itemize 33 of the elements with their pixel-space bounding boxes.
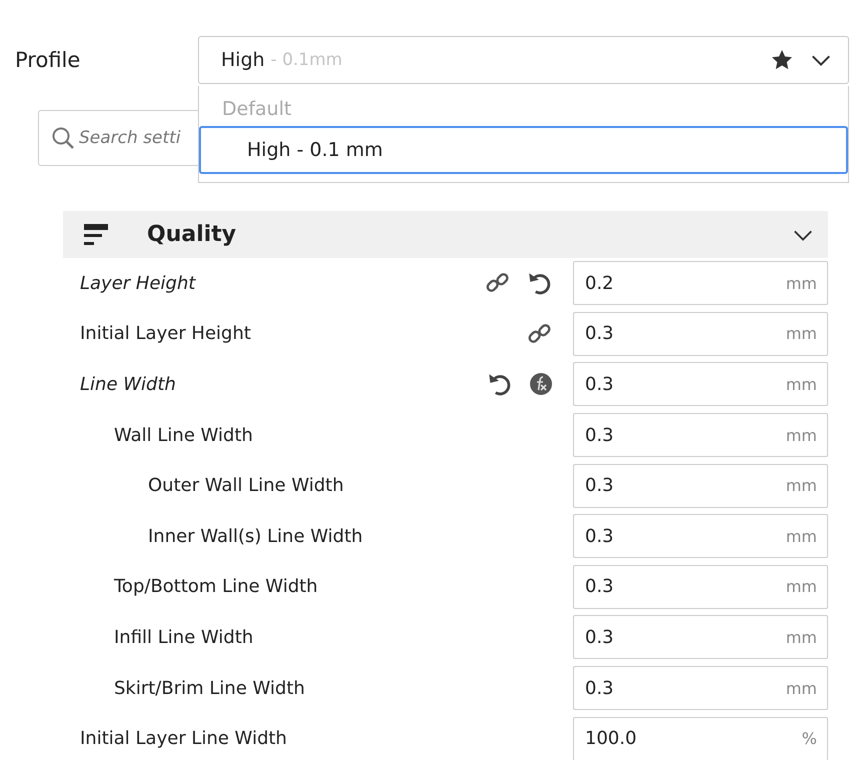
setting-label: Inner Wall(s) Line Width xyxy=(147,526,364,547)
menu-item[interactable]: High - 0.1 mm xyxy=(199,126,848,174)
setting-label: Wall Line Width xyxy=(113,424,254,446)
setting-input[interactable]: 0.3 mm xyxy=(573,312,828,356)
category-header[interactable]: Quality xyxy=(63,211,828,258)
profile-label: Profile xyxy=(15,48,82,72)
profile-detail: - 0.1mm xyxy=(270,50,344,70)
setting-label: Layer Height xyxy=(80,272,197,294)
setting-input[interactable]: 0.3 mm xyxy=(573,464,828,508)
setting-input[interactable]: 0.3 mm xyxy=(573,362,828,406)
setting-input[interactable]: 0.3 mm xyxy=(573,615,828,660)
star-icon[interactable] xyxy=(770,48,794,72)
setting-label: Infill Line Width xyxy=(113,626,254,648)
search-placeholder: Search setti xyxy=(79,128,181,148)
setting-input[interactable]: 0.2 mm xyxy=(573,261,828,306)
category-title: Quality xyxy=(147,222,238,247)
setting-label: Outer Wall Line Width xyxy=(147,475,345,496)
profile-dropdown[interactable]: High - 0.1mm xyxy=(198,36,849,84)
function-icon[interactable] xyxy=(529,372,553,396)
lines-icon xyxy=(83,222,109,248)
profile-value: High xyxy=(221,49,265,71)
setting-input[interactable]: 0.3 mm xyxy=(573,514,828,558)
setting-label: Initial Layer Height xyxy=(80,323,252,344)
setting-label: Top/Bottom Line Width xyxy=(113,576,319,598)
setting-label: Skirt/Brim Line Width xyxy=(113,678,306,699)
setting-input[interactable]: 100.0 % xyxy=(573,716,828,760)
setting-label: Line Width xyxy=(80,374,177,395)
setting-input[interactable]: 0.3 mm xyxy=(573,413,828,458)
setting-input[interactable]: 0.3 mm xyxy=(573,666,828,710)
search-icon xyxy=(51,126,75,150)
setting-label: Initial Layer Line Width xyxy=(80,728,288,750)
setting-input[interactable]: 0.3 mm xyxy=(573,564,828,609)
menu-section-label: Default xyxy=(221,97,292,122)
